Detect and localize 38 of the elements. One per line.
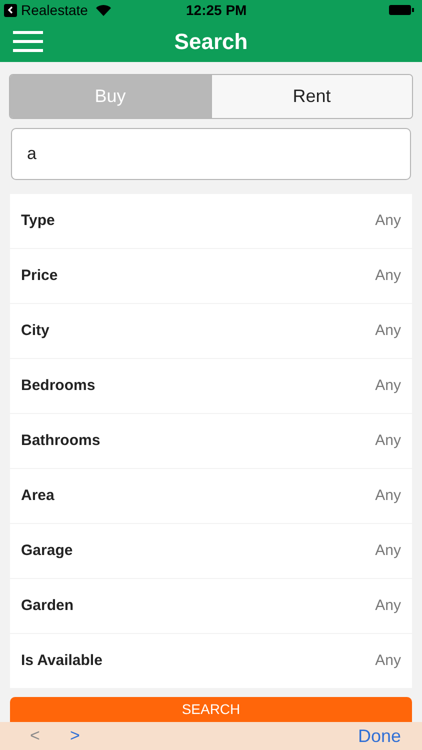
filter-label: Bathrooms: [21, 430, 100, 451]
filter-row[interactable]: Is Available Any: [10, 634, 412, 688]
filter-row[interactable]: City Any: [10, 304, 412, 358]
filter-value: Any: [375, 486, 401, 506]
filter-value: Any: [375, 650, 401, 671]
page-title: Search: [174, 28, 248, 56]
filter-row[interactable]: Area Any: [10, 469, 412, 523]
filter-label: Is Available: [21, 650, 102, 671]
filter-value: Any: [375, 376, 401, 396]
filter-label: Area: [21, 486, 54, 506]
filter-row[interactable]: Price Any: [10, 249, 412, 303]
battery-icon: [389, 5, 414, 15]
filter-value: Any: [375, 540, 401, 561]
filter-value: Any: [375, 210, 401, 231]
filter-row[interactable]: Garage Any: [10, 524, 412, 578]
filter-label: Price: [21, 266, 58, 286]
filter-label: Type: [21, 210, 55, 231]
filter-row[interactable]: Bedrooms Any: [10, 359, 412, 413]
search-field[interactable]: a: [11, 128, 411, 180]
filter-value: Any: [375, 320, 401, 341]
next-button[interactable]: >: [70, 723, 80, 749]
menu-icon[interactable]: [13, 30, 43, 52]
done-button[interactable]: Done: [358, 722, 401, 750]
status-time: 12:25 PM: [186, 0, 247, 20]
wifi-icon: [96, 4, 111, 16]
filter-label: Garden: [21, 596, 74, 616]
filter-value: Any: [375, 430, 401, 451]
filter-row[interactable]: Garden Any: [10, 579, 412, 633]
filter-label: Garage: [21, 540, 73, 561]
filter-row[interactable]: Bathrooms Any: [10, 414, 412, 468]
filter-value: Any: [375, 596, 401, 616]
segment-tab[interactable]: Rent: [210, 75, 412, 118]
filter-row[interactable]: Type Any: [10, 194, 412, 248]
back-icon[interactable]: [4, 4, 17, 16]
back-app-label[interactable]: Realestate: [21, 0, 88, 20]
filter-label: City: [21, 320, 50, 341]
filter-label: Bedrooms: [21, 376, 96, 396]
filter-value: Any: [375, 266, 401, 286]
